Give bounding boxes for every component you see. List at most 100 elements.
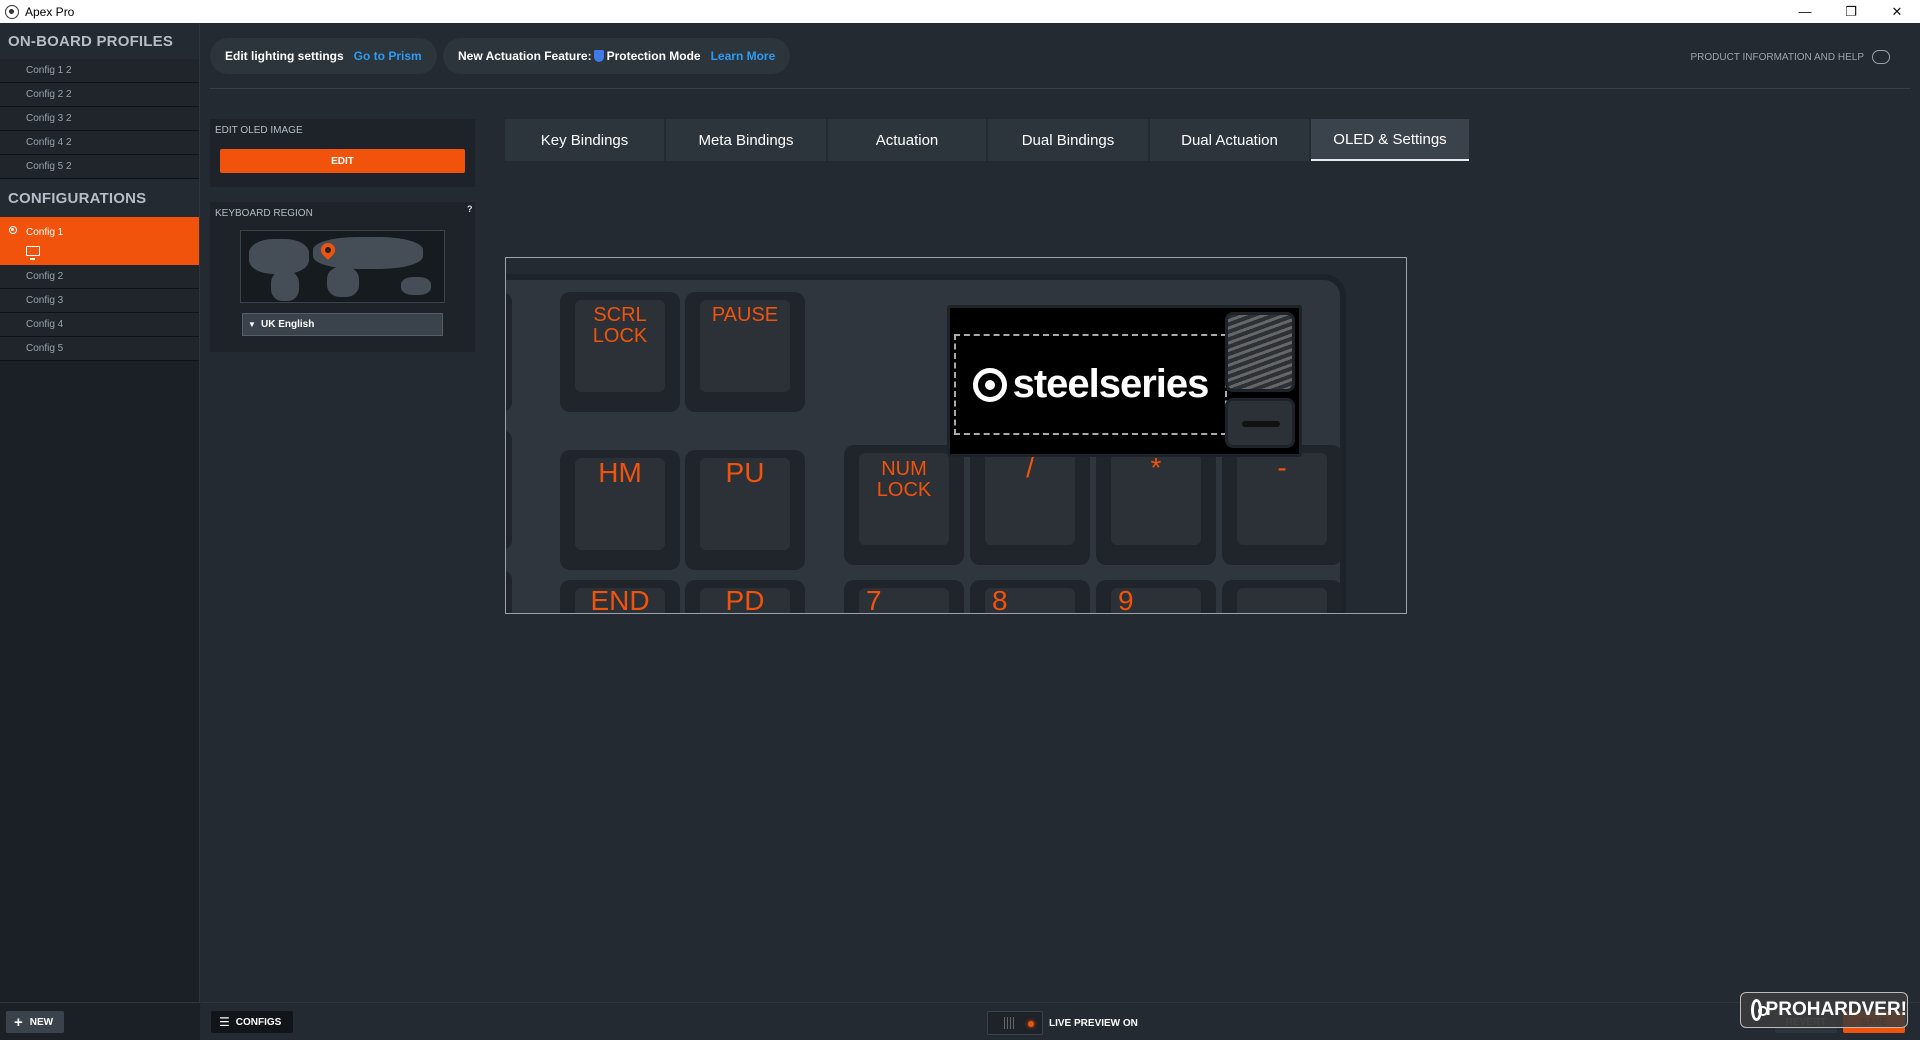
onboard-item[interactable]: Config 2 2 [0, 83, 199, 107]
tab-oled-settings[interactable]: OLED & Settings [1311, 119, 1469, 161]
help-question-icon[interactable]: ? [467, 204, 473, 214]
feature-name: Protection Mode [606, 49, 701, 63]
key-num-lock[interactable]: NUM LOCK [844, 445, 964, 565]
settings-tabs: Key Bindings Meta Bindings Actuation Dua… [505, 119, 1471, 161]
region-dropdown[interactable]: ▼ UK English [242, 313, 443, 336]
key-numpad-7[interactable]: 7 [844, 580, 964, 614]
config-item-label: Config 1 [26, 226, 64, 238]
key-end[interactable]: END [560, 580, 680, 614]
key-page-down[interactable]: PD [685, 580, 805, 614]
onboard-item[interactable]: Config 4 2 [0, 131, 199, 155]
tab-dual-bindings[interactable]: Dual Bindings [988, 119, 1148, 161]
app-icon [5, 4, 19, 19]
map-land [401, 277, 431, 295]
config-item[interactable]: Config 5 [0, 337, 199, 361]
lighting-pill: Edit lighting settings Go to Prism [210, 38, 437, 74]
onboard-item[interactable]: Config 3 2 [0, 107, 199, 131]
edit-oled-label: EDIT OLED IMAGE [215, 125, 303, 136]
monitor-icon[interactable] [26, 245, 40, 260]
key-label: - [1277, 452, 1287, 483]
key-label: / [1026, 452, 1034, 483]
configs-label: CONFIGS [235, 1016, 282, 1028]
feature-text: New Actuation Feature: [458, 49, 592, 63]
key-numpad-minus[interactable]: - [1222, 445, 1342, 565]
key-pause[interactable]: PAUSE [685, 292, 805, 412]
media-button [1225, 398, 1295, 448]
keyboard-body: SCRL LOCK PAUSE HM PU NUM LOCK / * - END… [506, 274, 1346, 614]
keyboard-region-label: KEYBOARD REGION [215, 208, 313, 219]
chevron-down-icon: ▼ [248, 320, 256, 329]
sidebar-bottom: + NEW [0, 1002, 200, 1040]
plus-icon: + [14, 1013, 23, 1031]
shield-icon [593, 50, 604, 62]
cloud-help-icon [1872, 50, 1890, 64]
sidebar: ON-BOARD PROFILES Config 1 2 Config 2 2 … [0, 23, 200, 1040]
list-icon: ☰ [219, 1015, 230, 1029]
steelseries-logo-icon [972, 367, 1007, 402]
key-label: 9 [1118, 585, 1134, 614]
key-numpad-9[interactable]: 9 [1096, 580, 1216, 614]
key-page-up[interactable]: PU [685, 450, 805, 570]
minimize-icon[interactable]: — [1782, 0, 1828, 23]
oled-logo-text: steelseries [1012, 362, 1210, 406]
new-config-button[interactable]: + NEW [6, 1011, 64, 1033]
key-partial[interactable] [506, 292, 512, 412]
oled-screen[interactable]: steelseries [954, 334, 1227, 435]
configurations-header: CONFIGURATIONS [0, 179, 199, 217]
new-label: NEW [29, 1016, 54, 1028]
map-land [271, 271, 299, 301]
maximize-icon[interactable]: ❐ [1828, 0, 1874, 23]
world-map [240, 230, 445, 303]
config-item-active[interactable]: Config 1 [0, 217, 199, 265]
prohardver-watermark: PROHARDVER! [1740, 992, 1908, 1028]
volume-wheel [1225, 312, 1295, 392]
key-numpad-star[interactable]: * [1096, 445, 1216, 565]
config-item[interactable]: Config 4 [0, 313, 199, 337]
configs-button[interactable]: ☰ CONFIGS [211, 1011, 293, 1033]
go-to-prism-link[interactable]: Go to Prism [354, 49, 422, 63]
oled-display[interactable]: steelseries [947, 305, 1302, 457]
config-item[interactable]: Config 2 [0, 265, 199, 289]
key-scroll-lock[interactable]: SCRL LOCK [560, 292, 680, 412]
onboard-profiles-header: ON-BOARD PROFILES [0, 23, 199, 59]
key-home[interactable]: HM [560, 450, 680, 570]
key-label: NUM LOCK [876, 458, 932, 501]
window-title: Apex Pro [25, 4, 75, 19]
toggle-switch-icon[interactable] [987, 1011, 1043, 1035]
key-numpad-plus[interactable] [1222, 580, 1342, 613]
window-controls: — ❐ ✕ [1782, 0, 1920, 23]
lighting-text: Edit lighting settings [225, 49, 344, 63]
map-land [327, 267, 359, 297]
key-label: 7 [866, 585, 882, 614]
key-partial[interactable] [506, 570, 512, 613]
key-label: 8 [992, 585, 1008, 614]
tab-meta-bindings[interactable]: Meta Bindings [666, 119, 826, 161]
key-numpad-8[interactable]: 8 [970, 580, 1090, 614]
map-land [249, 239, 309, 274]
key-label: PD [725, 585, 765, 614]
steelseries-logo: steelseries [972, 362, 1210, 407]
learn-more-link[interactable]: Learn More [711, 49, 776, 63]
key-partial[interactable] [506, 430, 512, 550]
onboard-item[interactable]: Config 1 2 [0, 59, 199, 83]
tab-actuation[interactable]: Actuation [828, 119, 986, 161]
title-bar: Apex Pro — ❐ ✕ [0, 0, 1920, 23]
onboard-item[interactable]: Config 5 2 [0, 155, 199, 179]
tab-dual-actuation[interactable]: Dual Actuation [1150, 119, 1309, 161]
edit-oled-button[interactable]: EDIT [220, 149, 465, 173]
key-label: * [1150, 452, 1162, 483]
key-label: HM [598, 457, 642, 488]
key-label: PAUSE [711, 304, 779, 326]
config-item[interactable]: Config 3 [0, 289, 199, 313]
tab-key-bindings[interactable]: Key Bindings [505, 119, 664, 161]
key-label: SCRL LOCK [592, 304, 648, 347]
live-preview-toggle[interactable]: LIVE PREVIEW ON [987, 1011, 1138, 1035]
keyboard-preview: SCRL LOCK PAUSE HM PU NUM LOCK / * - END… [505, 257, 1407, 614]
watermark-logo-icon [1751, 999, 1768, 1021]
region-selected-value: UK English [261, 319, 315, 330]
key-numpad-slash[interactable]: / [970, 445, 1090, 565]
product-help-link[interactable]: PRODUCT INFORMATION AND HELP [1690, 50, 1890, 64]
close-icon[interactable]: ✕ [1874, 0, 1920, 23]
feature-pill: New Actuation Feature: Protection Mode L… [443, 38, 791, 74]
key-label: END [590, 585, 650, 614]
